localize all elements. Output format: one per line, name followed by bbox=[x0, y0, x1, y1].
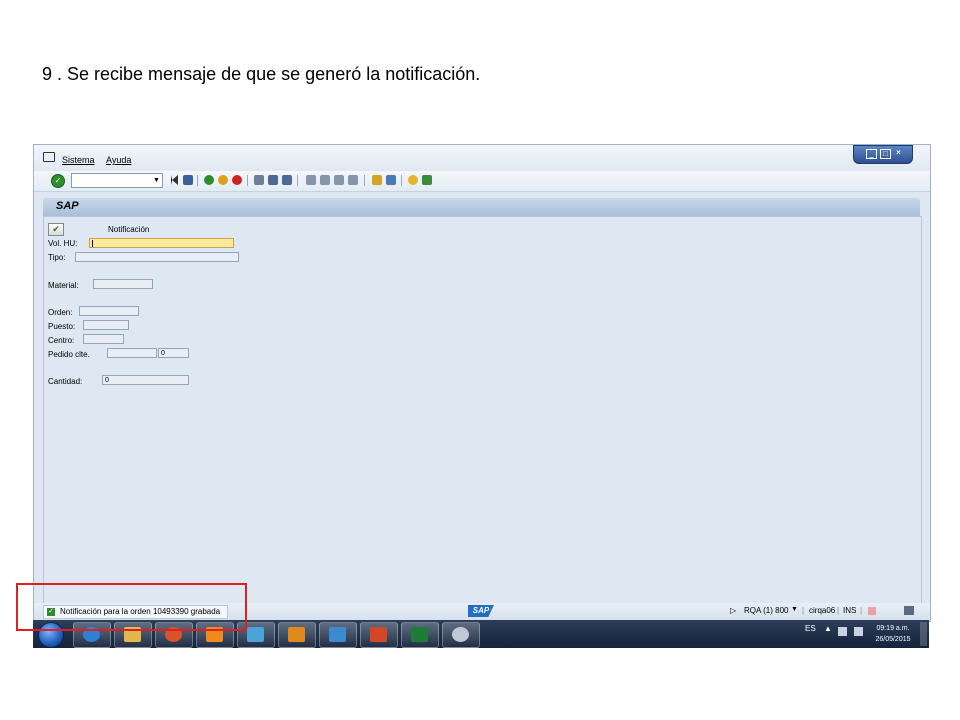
pedido-position-field[interactable]: 0 bbox=[158, 348, 189, 358]
toolbar-separator bbox=[197, 175, 198, 186]
toolbar-separator bbox=[401, 175, 402, 186]
first-page-icon[interactable] bbox=[306, 175, 316, 185]
exit-icon[interactable] bbox=[218, 175, 228, 185]
tipo-label: Tipo: bbox=[48, 253, 66, 262]
back-green-icon[interactable] bbox=[204, 175, 214, 185]
taskbar-outlook[interactable] bbox=[278, 622, 316, 648]
save-icon[interactable] bbox=[183, 175, 193, 185]
cantidad-label: Cantidad: bbox=[48, 377, 83, 386]
menu-item-sistema[interactable]: Sistema bbox=[62, 155, 95, 165]
notes-icon bbox=[329, 627, 346, 642]
print-icon[interactable] bbox=[254, 175, 264, 185]
find-icon[interactable] bbox=[268, 175, 278, 185]
system-dropdown-icon[interactable]: ▼ bbox=[791, 606, 798, 613]
network-icon[interactable] bbox=[838, 627, 847, 636]
puesto-field[interactable] bbox=[83, 320, 129, 330]
window-controls: _ □ × bbox=[853, 145, 913, 164]
close-icon[interactable]: × bbox=[894, 149, 903, 157]
help-icon[interactable] bbox=[408, 175, 418, 185]
execute-check-button[interactable]: ✔ bbox=[48, 223, 64, 236]
maximize-icon[interactable]: □ bbox=[880, 149, 891, 159]
screen-title-bar: SAP bbox=[43, 198, 920, 216]
status-separator: | bbox=[860, 606, 863, 615]
taskbar-snipping[interactable] bbox=[442, 622, 480, 648]
show-hidden-icons[interactable]: ▲ bbox=[824, 624, 832, 633]
outlook-icon bbox=[288, 627, 305, 642]
status-separator: | bbox=[802, 606, 805, 615]
menu-icon[interactable] bbox=[43, 152, 55, 162]
material-label: Material: bbox=[48, 281, 79, 290]
status-options-icon[interactable] bbox=[904, 606, 914, 615]
clock-date: 26/05/2015 bbox=[875, 636, 911, 643]
orden-label: Orden: bbox=[48, 308, 73, 317]
screen-title: SAP bbox=[56, 200, 79, 212]
volume-icon[interactable] bbox=[854, 627, 863, 636]
find-next-icon[interactable] bbox=[282, 175, 292, 185]
sap-window: Sistema Ayuda _ □ × ✓ ▼ SAP ✔ Notificaci… bbox=[33, 144, 931, 622]
tray-clock[interactable]: 09:19 a.m. 26/05/2015 bbox=[869, 623, 917, 645]
status-separator: | bbox=[837, 606, 840, 615]
system-info[interactable]: RQA (1) 800 bbox=[744, 606, 788, 615]
taskbar-powerpoint[interactable] bbox=[360, 622, 398, 648]
cancel-icon[interactable] bbox=[232, 175, 242, 185]
sap-logo: SAP bbox=[468, 605, 494, 617]
show-desktop-button[interactable] bbox=[920, 622, 927, 646]
server-name: cirqa06 bbox=[809, 606, 836, 615]
pedido-clte-field[interactable] bbox=[107, 348, 157, 358]
lock-icon bbox=[868, 607, 876, 615]
centro-field[interactable] bbox=[83, 334, 124, 344]
vol-hu-label: Vol. HU: bbox=[48, 239, 78, 248]
sap-logon-icon bbox=[247, 627, 264, 642]
chevron-down-icon[interactable]: ▼ bbox=[151, 174, 162, 187]
last-page-icon[interactable] bbox=[348, 175, 358, 185]
status-expand-icon[interactable]: ▷ bbox=[730, 606, 736, 615]
toolbar-separator bbox=[297, 175, 298, 186]
menu-bar: Sistema Ayuda _ □ × bbox=[34, 145, 930, 171]
menu-item-ayuda[interactable]: Ayuda bbox=[106, 155, 131, 165]
insert-mode[interactable]: INS bbox=[843, 606, 856, 615]
back-icon[interactable] bbox=[171, 175, 178, 185]
vol-hu-input[interactable] bbox=[89, 238, 234, 248]
slide-title: 9 . Se recibe mensaje de que se generó l… bbox=[42, 64, 481, 84]
puesto-label: Puesto: bbox=[48, 322, 76, 331]
pedido-clte-label: Pedido clte. bbox=[48, 350, 90, 359]
excel-icon bbox=[411, 627, 428, 642]
tipo-field[interactable] bbox=[75, 252, 239, 262]
cantidad-field[interactable]: 0 bbox=[102, 375, 189, 385]
taskbar-notes[interactable] bbox=[319, 622, 357, 648]
clock-time: 09:19 a.m. bbox=[876, 625, 910, 632]
notificacion-label: Notificación bbox=[108, 225, 150, 234]
previous-page-icon[interactable] bbox=[320, 175, 330, 185]
powerpoint-icon bbox=[370, 627, 387, 642]
minimize-icon[interactable]: _ bbox=[866, 149, 877, 159]
toolbar-separator bbox=[364, 175, 365, 186]
language-indicator[interactable]: ES bbox=[805, 624, 816, 633]
toolbar-separator bbox=[247, 175, 248, 186]
snipping-tool-icon bbox=[452, 627, 469, 642]
next-page-icon[interactable] bbox=[334, 175, 344, 185]
enter-icon[interactable]: ✓ bbox=[51, 174, 65, 188]
command-field[interactable]: ▼ bbox=[71, 173, 163, 188]
new-session-icon[interactable] bbox=[372, 175, 382, 185]
orden-field[interactable] bbox=[79, 306, 139, 316]
taskbar-excel[interactable] bbox=[401, 622, 439, 648]
content-area: ✔ Notificación Vol. HU: Tipo: Material: … bbox=[43, 216, 922, 605]
layout-menu-icon[interactable] bbox=[422, 175, 432, 185]
highlight-box bbox=[16, 583, 247, 631]
standard-toolbar: ✓ ▼ bbox=[34, 171, 930, 192]
shortcut-icon[interactable] bbox=[386, 175, 396, 185]
centro-label: Centro: bbox=[48, 336, 75, 345]
material-field[interactable] bbox=[93, 279, 153, 289]
